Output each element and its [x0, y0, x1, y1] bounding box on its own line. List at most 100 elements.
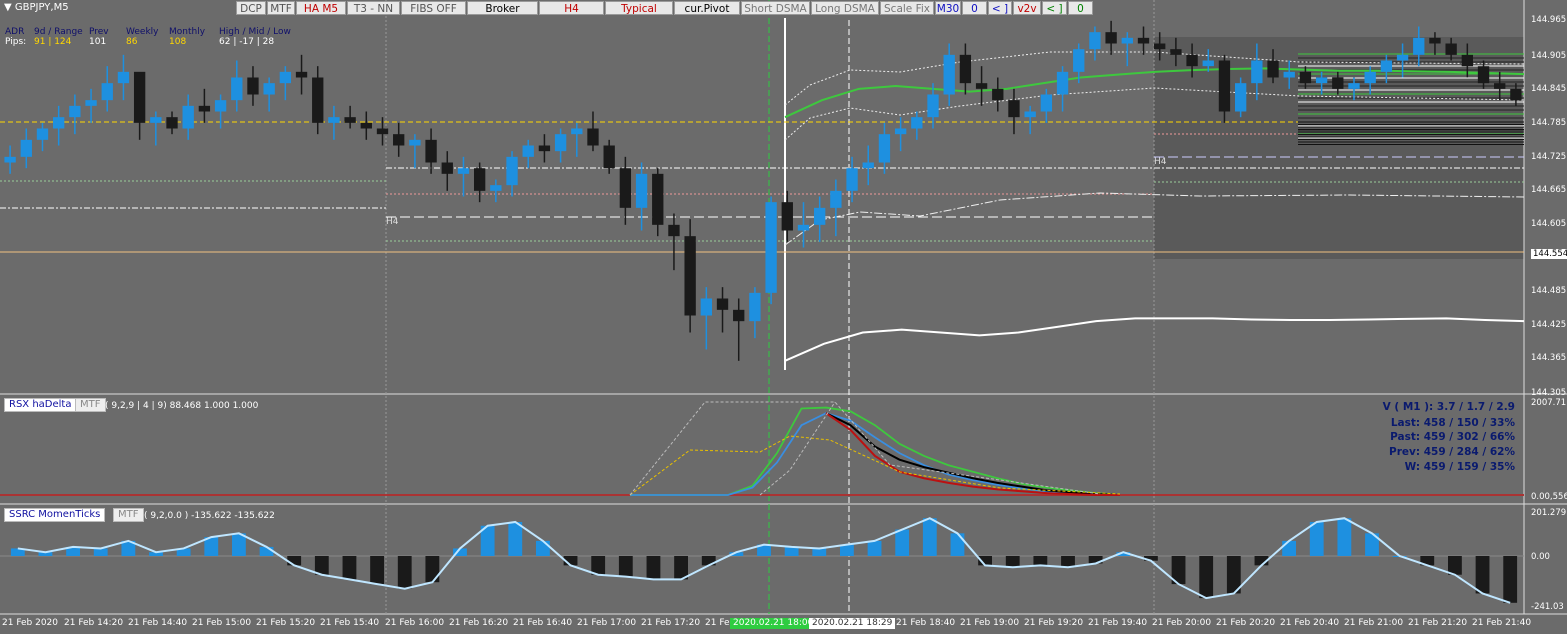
candle-bull [117, 71, 130, 84]
candle-bear [312, 77, 324, 123]
ssrc-bar-negative [618, 556, 633, 577]
candle-bull [150, 117, 162, 123]
ssrc-indicator-label[interactable]: SSRC MomenTicks [4, 508, 106, 522]
toolbar-button-0[interactable]: 0 [962, 1, 987, 15]
candle-bear [1105, 32, 1117, 44]
toolbar-button-short-dsma[interactable]: Short DSMA [741, 1, 810, 15]
candle-bull [1040, 94, 1053, 112]
toolbar-button-ha-m5[interactable]: HA M5 [296, 1, 346, 15]
candle-bear [1267, 60, 1279, 78]
toolbar-button-mtf[interactable]: MTF [267, 1, 295, 15]
rsx-green-line [630, 406, 1121, 496]
ssrc-bar-negative [397, 556, 412, 589]
ssrc-axis-zero: 0.00 [1531, 552, 1550, 562]
candle-bull [846, 168, 858, 191]
candle-bull [830, 190, 842, 208]
h4-label: H4 [386, 217, 399, 227]
toolbar-button-dcp[interactable]: DCP [236, 1, 266, 15]
pips-weekly-value: 86 [126, 37, 138, 47]
candle-bull [862, 162, 874, 169]
ssrc-bar-positive [784, 546, 799, 556]
candle-bull [1056, 71, 1069, 95]
symbol-title-text: GBPJPY,M5 [14, 2, 69, 13]
ssrc-bar-positive [259, 546, 274, 556]
candle-bear [1510, 88, 1522, 101]
ssrc-bar-negative [287, 556, 302, 566]
candle-bull [506, 156, 518, 186]
toolbar-button-fibs-off[interactable]: FIBS OFF [401, 1, 466, 15]
candle-bear [619, 168, 632, 208]
price-tick-label: 144.905 [1531, 51, 1567, 61]
toolbar-button-0[interactable]: 0 [1068, 1, 1093, 15]
price-tick-label: 144.365 [1531, 353, 1567, 363]
candle-bull [1121, 37, 1133, 44]
candle-bull [1024, 111, 1036, 118]
rsx-envelope-line [629, 401, 1101, 496]
candle-bull [943, 54, 955, 95]
ssrc-mtf-button[interactable]: MTF [113, 508, 144, 522]
candle-bear [198, 105, 211, 112]
toolbar-button-long-dsma[interactable]: Long DSMA [811, 1, 879, 15]
ssrc-bar-negative [1475, 556, 1490, 594]
candle-bear [1461, 54, 1473, 67]
toolbar-button-[interactable]: < ] [1042, 1, 1067, 15]
ssrc-params: ( 9,2,0.0 ) -135.622 -135.622 [144, 511, 275, 521]
candle-bear [344, 117, 356, 123]
adr-label: ADR [5, 27, 25, 37]
candle-bull [635, 173, 648, 208]
candle-bear [587, 128, 599, 146]
ssrc-bar-negative [1061, 556, 1075, 568]
candle-bull [85, 100, 97, 106]
toolbar-button-[interactable]: < ] [988, 1, 1012, 15]
ssrc-bar-negative [591, 556, 606, 575]
candle-bear [1477, 66, 1490, 84]
candle-bear [684, 236, 696, 316]
ssrc-bar-positive [1337, 518, 1352, 556]
chart-canvas[interactable] [0, 0, 1567, 634]
time-tick-label: 21 Feb 16:40 [513, 618, 573, 628]
candle-bull [263, 83, 275, 95]
candle-bear [1186, 54, 1198, 67]
candle-bull [554, 134, 567, 152]
h4-label: H4 [1154, 157, 1167, 167]
toolbar-button-t3-nn[interactable]: T3 - NN [347, 1, 400, 15]
rsx-red-line [825, 412, 1120, 496]
time-tick-label: 21 Feb 21:00 [1344, 618, 1404, 628]
time-tick-label: 21 Feb 19:20 [1024, 618, 1084, 628]
candle-bull [457, 168, 470, 174]
candle-bull [182, 105, 194, 129]
toolbar-button-h4[interactable]: H4 [539, 1, 604, 15]
rsx-mtf-button[interactable]: MTF [75, 398, 106, 412]
rsx-stat-last: Last: 458 / 150 / 33% [1390, 417, 1515, 429]
time-tick-label: 21 Feb 15:20 [256, 618, 316, 628]
time-tick-label: 21 Feb 17:20 [641, 618, 701, 628]
adr-weekly-label: Weekly [126, 27, 159, 37]
candle-bear [1008, 100, 1020, 118]
ssrc-bar-positive [895, 529, 910, 556]
toolbar-button-typical[interactable]: Typical [605, 1, 673, 15]
toolbar-button-v2v[interactable]: v2v [1013, 1, 1041, 15]
candle-bear [716, 298, 729, 310]
pips-label: Pips: [5, 37, 27, 47]
rsx-black-line [825, 412, 1121, 496]
ssrc-axis-top: 201.279 [1531, 508, 1567, 518]
time-tick-label: 21 Feb 15:00 [192, 618, 252, 628]
toolbar-button-broker[interactable]: Broker [467, 1, 538, 15]
candle-bull [1251, 60, 1263, 84]
ssrc-signal-line [17, 517, 1511, 604]
time-tick-label: 21 Feb 16:00 [385, 618, 445, 628]
candle-bull [69, 105, 81, 118]
price-tick-label: 144.554 [1531, 249, 1567, 259]
candle-bear [992, 88, 1004, 101]
toolbar-button-cur-pivot[interactable]: cur.Pivot [674, 1, 740, 15]
toolbar-button-m30[interactable]: M30 [935, 1, 961, 15]
rsx-indicator-label[interactable]: RSX haDelta [4, 398, 77, 412]
candle-bear [538, 145, 551, 152]
time-tick-label: 21 Feb 2020 [2, 618, 59, 628]
time-tick-label: 21 Feb 14:40 [128, 618, 188, 628]
rsx-stat-prev: Prev: 459 / 284 / 62% [1389, 446, 1515, 458]
symbol-title[interactable]: ▼ GBPJPY,M5 [4, 2, 69, 13]
candle-bull [328, 117, 340, 123]
candle-bull [749, 292, 761, 322]
toolbar-button-scale-fix[interactable]: Scale Fix [880, 1, 934, 15]
